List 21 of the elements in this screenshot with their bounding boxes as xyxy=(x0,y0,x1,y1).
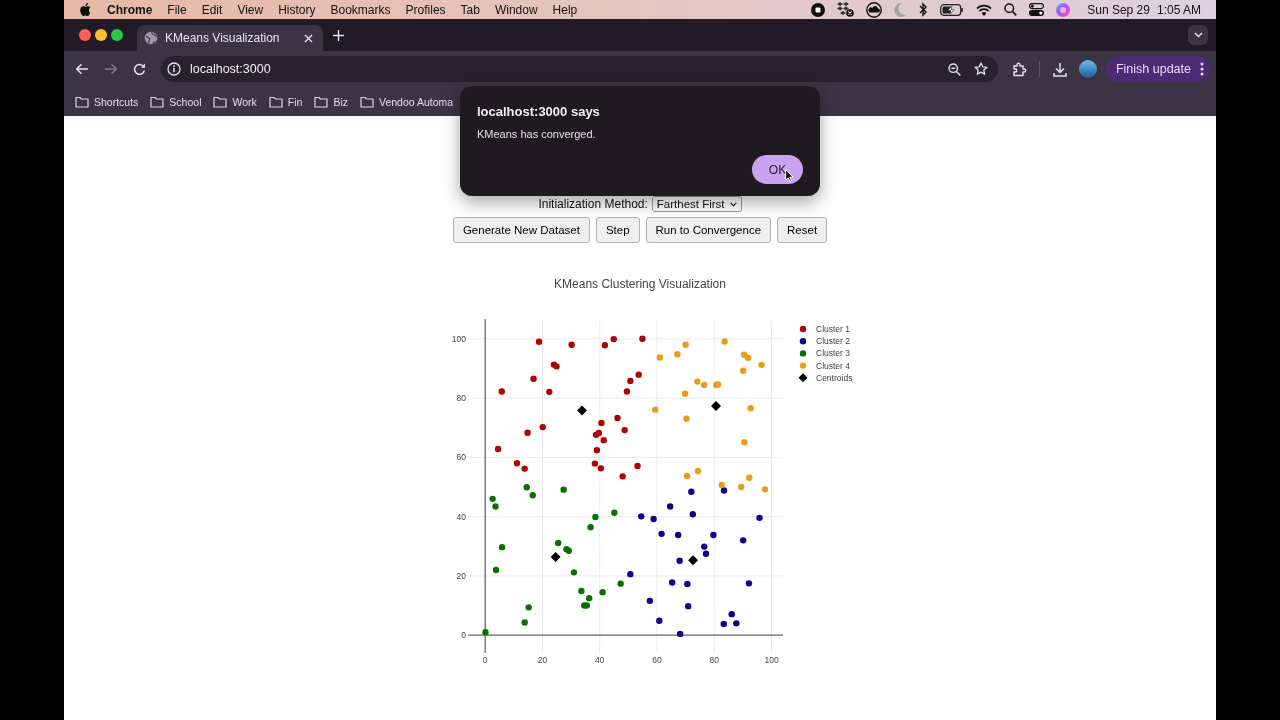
legend-label: Centroids xyxy=(816,372,853,383)
axis-tick-label: 60 xyxy=(456,452,466,463)
legend-label: Cluster 1 xyxy=(816,324,850,334)
axis-tick-label: 40 xyxy=(456,511,466,522)
axis-tick-label: 20 xyxy=(456,570,466,581)
axis-tick-label: 0 xyxy=(482,655,488,665)
axis-tick-label: 80 xyxy=(456,393,466,404)
chart-title: KMeans Clustering Visualization xyxy=(554,277,726,291)
axis-tick-label: 100 xyxy=(451,333,466,344)
legend-label: Cluster 4 xyxy=(816,360,850,371)
axis-tick-label: 60 xyxy=(652,655,662,665)
dialog-title: localhost:3000 says xyxy=(477,104,600,119)
axis-tick-label: 100 xyxy=(764,655,779,665)
axis-tick-label: 0 xyxy=(461,630,466,641)
axis-tick-label: 20 xyxy=(537,655,548,665)
legend-label: Cluster 2 xyxy=(816,336,850,347)
init-method-label: Initialization Method: xyxy=(538,197,648,211)
dialog-message: KMeans has converged. xyxy=(477,128,596,140)
legend-label: Cluster 3 xyxy=(816,348,850,359)
axis-tick-label: 80 xyxy=(709,655,719,665)
axis-tick-label: 40 xyxy=(595,655,605,665)
